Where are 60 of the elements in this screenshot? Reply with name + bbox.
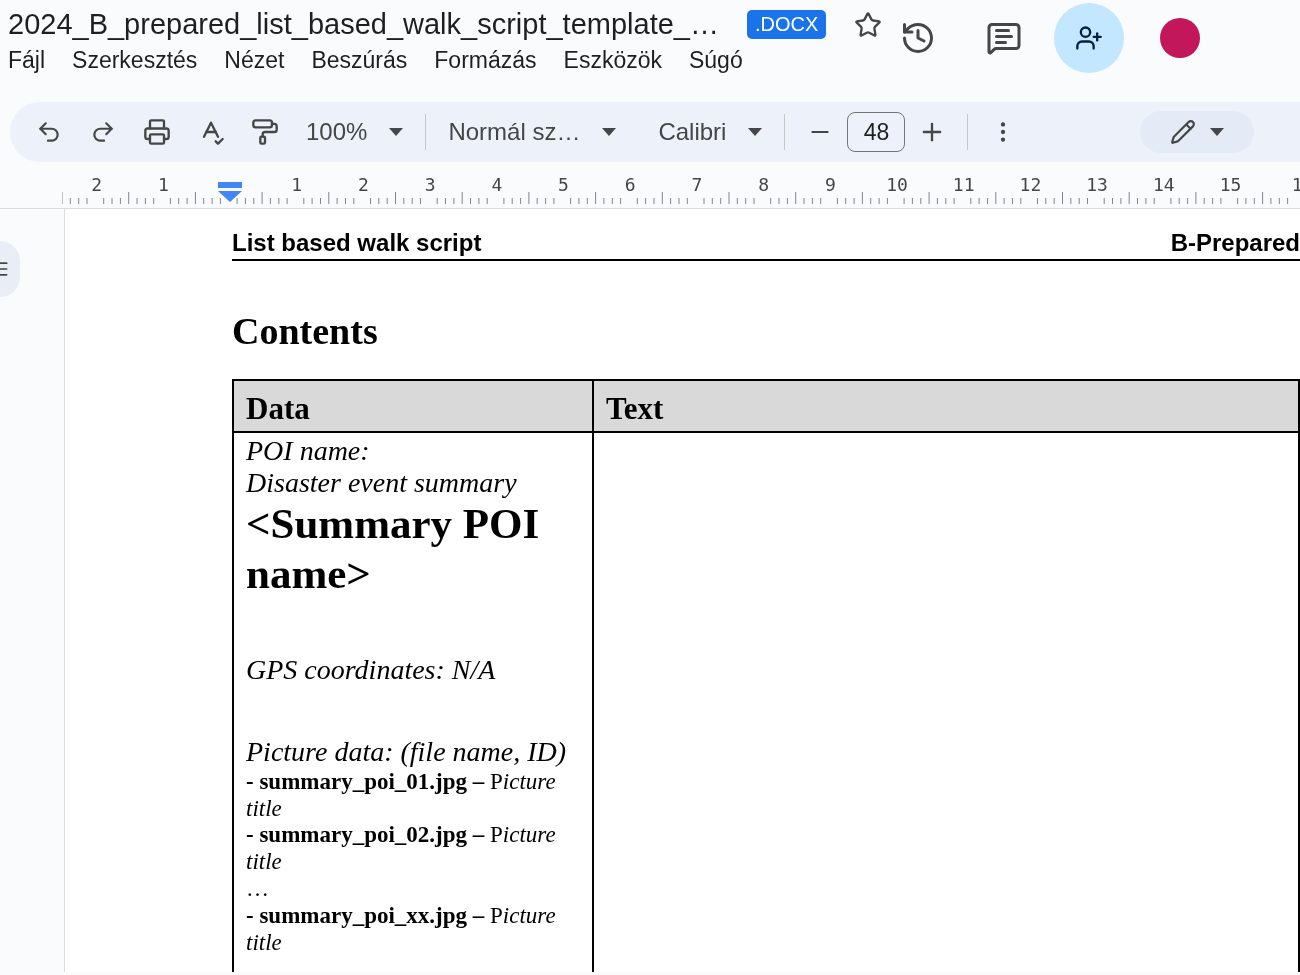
ruler-number: 2	[91, 174, 102, 195]
indent-marker-icon[interactable]	[218, 182, 242, 202]
style-dropdown[interactable]: Normál sz…	[434, 118, 631, 146]
caret-icon	[748, 128, 763, 136]
header-text: B-Prepared	[1170, 229, 1300, 257]
ruler-number: 2	[357, 174, 369, 195]
paint-format-icon[interactable]	[251, 118, 279, 146]
menu-item[interactable]: Fájl	[8, 47, 46, 74]
ruler-number: 12	[1019, 174, 1042, 195]
ruler-number: 13	[1086, 174, 1108, 195]
document-title[interactable]: 2024_B_prepared_list_based_walk_script_template_…	[8, 8, 719, 41]
menu-item[interactable]: Eszközök	[563, 47, 662, 74]
cell-text: Disaster event summary	[246, 467, 517, 500]
ruler-number: 1	[291, 174, 303, 195]
cell-text: Picture data: (file name, ID)	[246, 736, 567, 769]
person-add-icon	[1075, 24, 1103, 52]
file-type-badge: .DOCX	[746, 10, 827, 39]
outline-tab[interactable]	[0, 241, 20, 297]
ruler-number: 7	[691, 174, 703, 195]
avatar[interactable]	[1160, 18, 1200, 58]
ruler-number: 8	[758, 174, 769, 195]
pencil-icon	[1170, 119, 1197, 145]
font-dropdown[interactable]: Calibri	[644, 118, 777, 146]
ruler-number: 11	[952, 174, 975, 195]
editing-mode-button[interactable]	[1140, 111, 1255, 153]
ruler-number: 6	[624, 174, 636, 195]
menu-item[interactable]: Súgó	[689, 47, 743, 74]
menu-item[interactable]: Beszúrás	[311, 47, 408, 74]
ellipsis-text: …	[246, 876, 269, 904]
ruler-number: 14	[1152, 174, 1175, 195]
print-icon[interactable]	[143, 118, 171, 146]
history-icon[interactable]	[900, 20, 936, 56]
caret-icon	[1210, 128, 1225, 136]
picture-entry: - summary_poi_xx.jpg – Picture title	[246, 903, 557, 957]
ruler-number: 4	[491, 174, 503, 195]
caret-icon	[602, 128, 617, 136]
menu-item[interactable]: Formázás	[434, 47, 537, 74]
ruler-number: 3	[424, 174, 436, 195]
contents-heading: Contents	[232, 309, 379, 353]
caret-icon	[389, 128, 404, 136]
picture-entry: - summary_poi_02.jpg – Picture title	[246, 822, 557, 877]
ruler-number: 15	[1219, 174, 1242, 195]
column-header: Data	[234, 381, 594, 433]
comments-icon[interactable]	[986, 20, 1022, 56]
menu-item[interactable]: Nézet	[224, 47, 285, 74]
ruler-number: 5	[558, 174, 569, 195]
summary-title: <Summary POI name>	[246, 499, 541, 599]
ruler-number: 10	[886, 174, 908, 195]
menu-item[interactable]: Szerkesztés	[72, 47, 198, 74]
zoom-dropdown[interactable]: 100%	[292, 118, 418, 146]
redo-icon[interactable]	[90, 119, 116, 145]
star-icon[interactable]	[854, 10, 883, 39]
header-text: List based walk script	[232, 229, 482, 257]
undo-icon[interactable]	[36, 119, 62, 145]
column-header: Text	[594, 381, 1300, 433]
ruler-number: 1	[157, 174, 169, 195]
font-size-field[interactable]: 48	[847, 112, 906, 152]
ruler-number: 9	[824, 174, 836, 195]
cell-text: GPS coordinates: N/A	[246, 654, 496, 687]
cell-text: POI name:	[246, 435, 370, 468]
